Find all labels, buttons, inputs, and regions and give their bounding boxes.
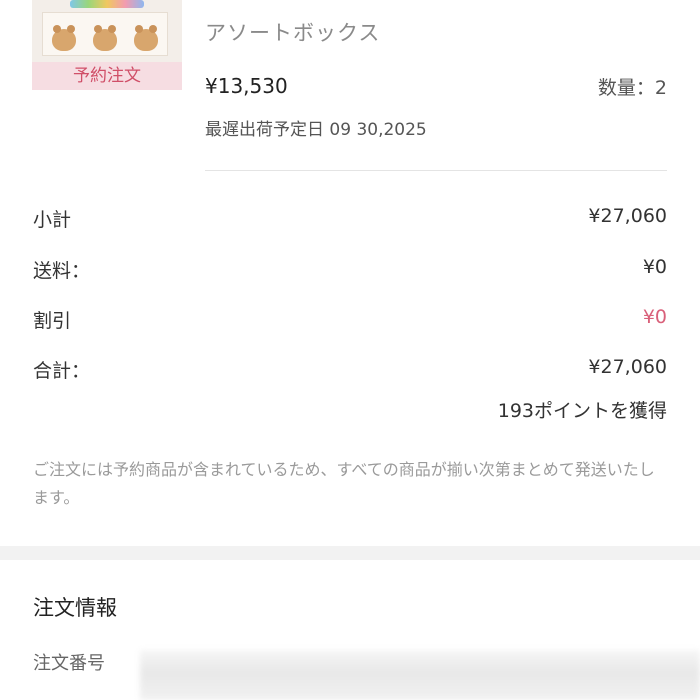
total-label: 合計： [33, 360, 91, 382]
bear-figure-icon [134, 25, 159, 51]
product-price: ¥13,530 [205, 74, 288, 98]
section-separator [0, 546, 700, 560]
subtotal-label: 小計 [33, 209, 72, 231]
product-quantity: 数量：2 [597, 77, 667, 99]
divider [205, 170, 667, 171]
order-detail-page: 予約注文 アソートボックス ¥13,530 数量：2 最遅出荷予定日 09 30… [0, 0, 700, 700]
order-info-title: 注文情報 [33, 596, 117, 620]
bear-figure-icon [51, 25, 76, 51]
product-image-strip [70, 0, 144, 8]
order-number-label: 注文番号 [33, 653, 105, 674]
product-image-box [42, 12, 168, 56]
discount-value: ¥0 [642, 306, 667, 328]
discount-label: 割引 [33, 310, 72, 332]
product-name[interactable]: アソートボックス [205, 17, 380, 47]
latest-ship-date: 最遅出荷予定日 09 30,2025 [205, 120, 427, 140]
product-thumbnail[interactable]: 予約注文 [32, 0, 182, 90]
shipping-value: ¥0 [642, 256, 667, 278]
preorder-notice: ご注文には予約商品が含まれているため、すべての商品が揃い次第まとめて発送いたしま… [33, 460, 655, 507]
subtotal-value: ¥27,060 [588, 205, 667, 227]
total-value: ¥27,060 [588, 356, 667, 378]
preorder-badge: 予約注文 [32, 62, 182, 90]
points-earned: 193ポイントを獲得 [497, 400, 667, 422]
shipping-label: 送料： [33, 260, 91, 282]
bear-figure-icon [92, 25, 117, 51]
redacted-area [140, 650, 700, 700]
